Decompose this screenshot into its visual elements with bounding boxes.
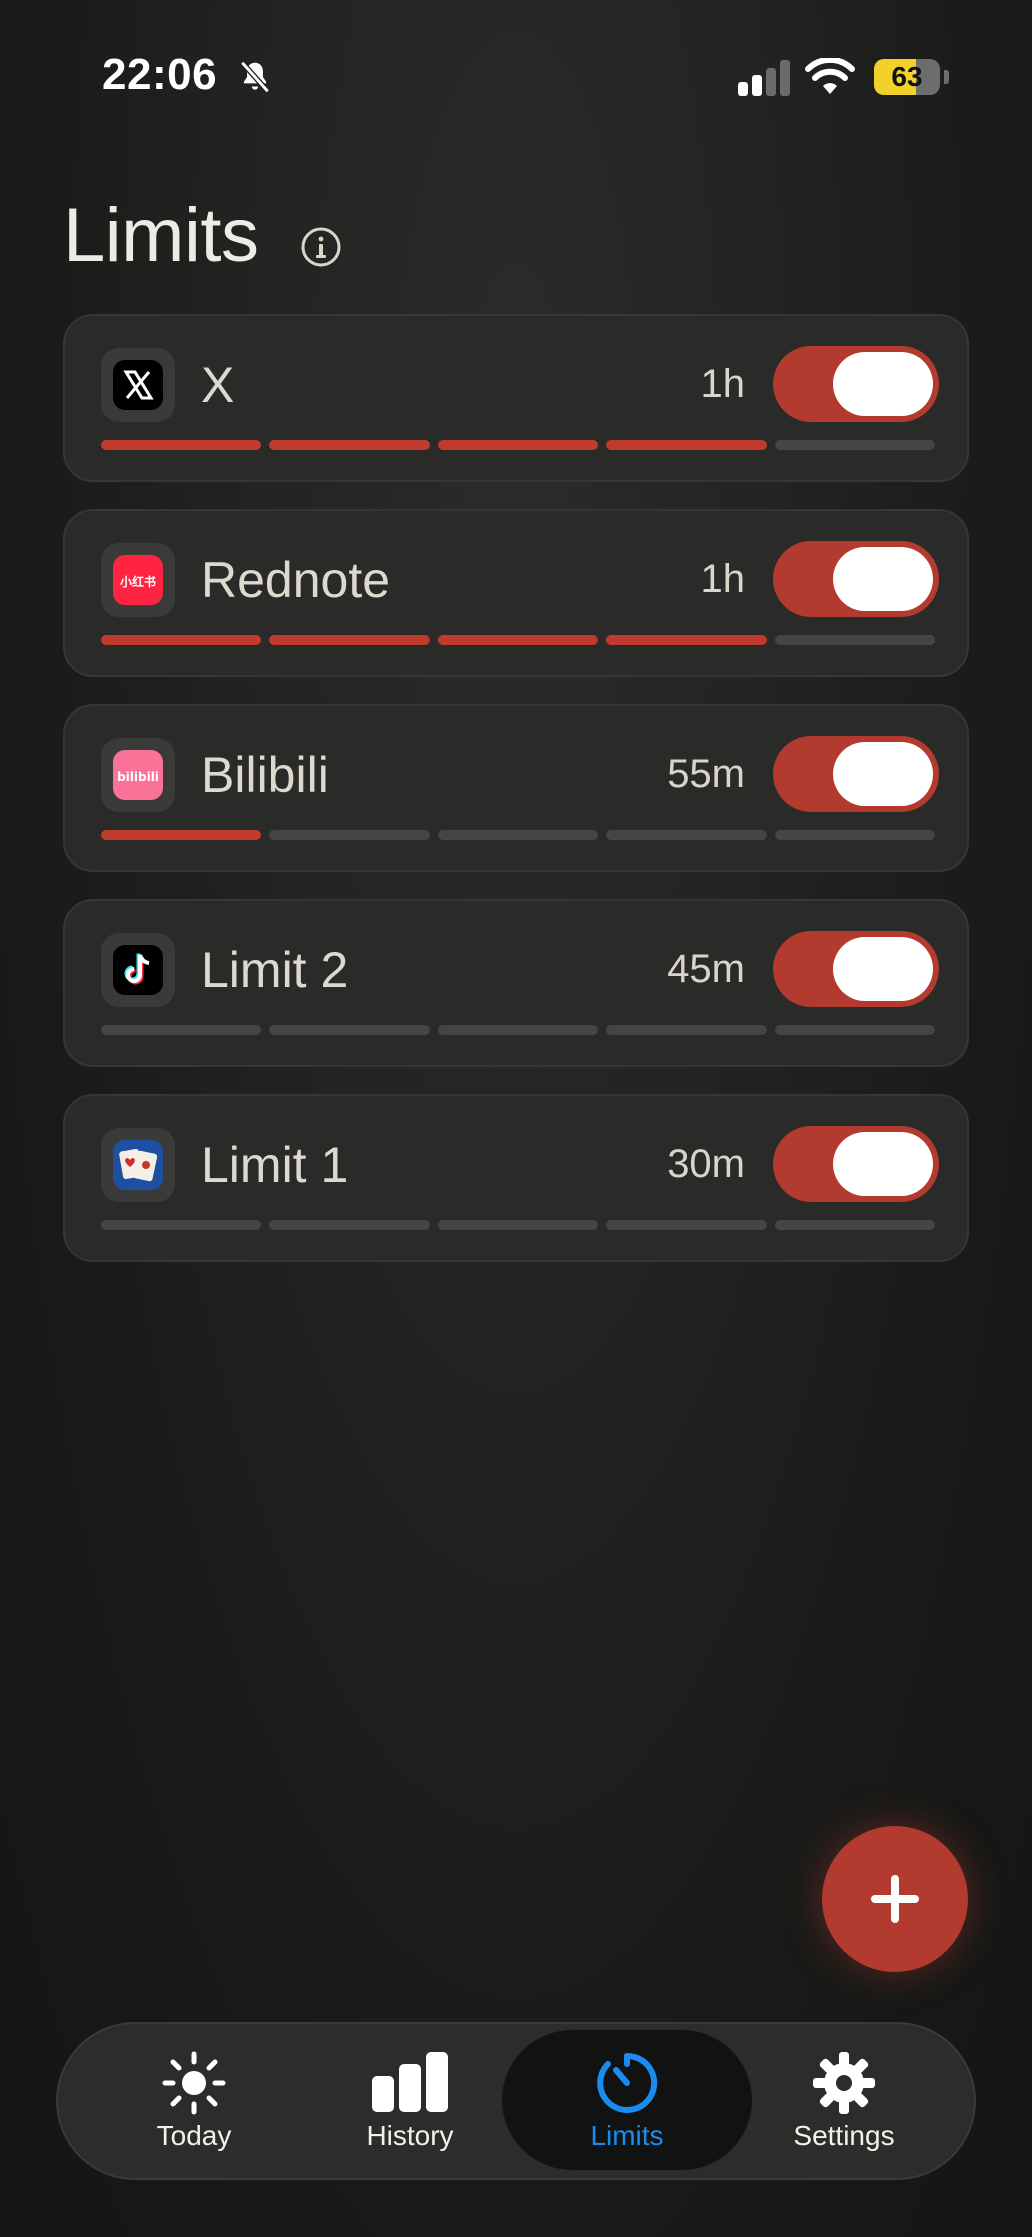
- limit-time: 55m: [667, 752, 745, 796]
- usage-segments: [101, 1220, 936, 1230]
- tab-today[interactable]: Today: [84, 2024, 304, 2178]
- tab-history[interactable]: History: [300, 2024, 520, 2178]
- limit-toggle[interactable]: [773, 1126, 939, 1202]
- limit-time: 1h: [700, 362, 746, 406]
- usage-segment: [774, 1025, 936, 1035]
- usage-segment: [101, 1220, 262, 1230]
- cards-game-app-icon: [101, 1128, 175, 1202]
- plus-icon: [871, 1875, 919, 1923]
- limit-toggle[interactable]: [773, 931, 939, 1007]
- usage-segment: [437, 830, 599, 840]
- tab-label: Limits: [590, 2120, 664, 2151]
- usage-segment: [101, 440, 262, 450]
- svg-text:小红书: 小红书: [120, 574, 156, 589]
- limit-card[interactable]: 小红书 Rednote 1h: [63, 509, 969, 677]
- limit-card[interactable]: bilibili Bilibili 55m: [63, 704, 969, 872]
- wifi-icon: [805, 58, 855, 94]
- status-bar: 22:06 63: [0, 44, 1032, 108]
- limit-card[interactable]: Limit 1 30m: [63, 1094, 969, 1262]
- limit-toggle[interactable]: [773, 346, 939, 422]
- limit-time: 45m: [667, 947, 745, 991]
- limit-card[interactable]: Limit 2 45m: [63, 899, 969, 1067]
- usage-segment: [437, 1220, 599, 1230]
- usage-segment: [774, 635, 936, 645]
- add-limit-button[interactable]: [822, 1826, 968, 1972]
- limit-toggle[interactable]: [773, 736, 939, 812]
- limit-name: X: [201, 357, 235, 413]
- usage-segment: [101, 1025, 262, 1035]
- usage-segment: [774, 830, 936, 840]
- tab-limits[interactable]: Limits: [502, 2024, 752, 2178]
- bar-chart-icon: [372, 2052, 448, 2112]
- limit-name: Limit 1: [201, 1137, 349, 1193]
- usage-segment: [269, 440, 430, 450]
- usage-segment: [606, 830, 767, 840]
- usage-segment: [269, 1025, 430, 1035]
- tab-bar: Today History Limits Settings: [56, 2022, 976, 2180]
- usage-segment: [606, 440, 767, 450]
- x-app-icon: [101, 348, 175, 422]
- svg-text:bilibili: bilibili: [117, 770, 159, 784]
- limits-list: X 1h 小红书 Rednote 1h bilibili Bilibili 55…: [63, 314, 969, 1289]
- limit-name: Limit 2: [201, 942, 349, 998]
- limit-time: 30m: [667, 1142, 745, 1186]
- usage-segment: [269, 1220, 430, 1230]
- battery-icon: 63: [874, 59, 949, 95]
- usage-segment: [269, 830, 430, 840]
- tab-label: Today: [156, 2120, 232, 2151]
- tab-label: History: [366, 2120, 454, 2151]
- rednote-app-icon: 小红书: [101, 543, 175, 617]
- tab-settings[interactable]: Settings: [734, 2024, 954, 2178]
- page-title: Limits: [63, 193, 259, 278]
- usage-segment: [101, 830, 262, 840]
- usage-segments: [101, 1025, 936, 1035]
- bilibili-app-icon: bilibili: [101, 738, 175, 812]
- usage-segment: [269, 635, 430, 645]
- usage-segment: [606, 635, 767, 645]
- usage-segment: [774, 1220, 936, 1230]
- usage-segment: [774, 440, 936, 450]
- cellular-signal-icon: [738, 60, 790, 96]
- tiktok-app-icon: [101, 933, 175, 1007]
- limit-name: Bilibili: [201, 747, 329, 803]
- usage-segments: [101, 830, 936, 840]
- usage-segments: [101, 635, 936, 645]
- usage-segment: [437, 635, 599, 645]
- tab-label: Settings: [793, 2120, 895, 2151]
- status-time: 22:06: [102, 50, 218, 99]
- usage-segment: [437, 1025, 599, 1035]
- usage-segment: [101, 635, 262, 645]
- limit-time: 1h: [700, 557, 746, 601]
- usage-segment: [437, 440, 599, 450]
- battery-percent: 63: [891, 61, 923, 92]
- sun-icon: [162, 2051, 226, 2115]
- bell-slash-icon: [240, 60, 270, 94]
- timer-icon: [597, 2052, 658, 2113]
- limit-name: Rednote: [201, 552, 391, 608]
- usage-segments: [101, 440, 936, 450]
- usage-segment: [606, 1025, 767, 1035]
- limit-toggle[interactable]: [773, 541, 939, 617]
- info-icon[interactable]: [300, 226, 342, 268]
- limit-card[interactable]: X 1h: [63, 314, 969, 482]
- gear-icon: [813, 2052, 875, 2114]
- usage-segment: [606, 1220, 767, 1230]
